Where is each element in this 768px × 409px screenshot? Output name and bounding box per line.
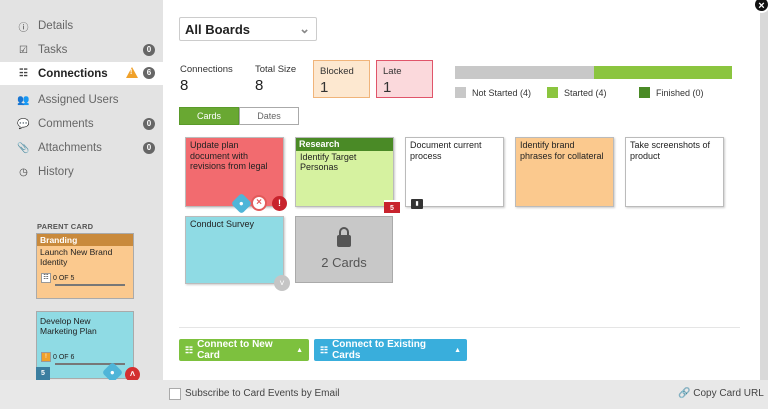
- sidebar-item-label: History: [38, 166, 74, 178]
- status-progress-bar: [455, 66, 732, 79]
- connected-card[interactable]: Identify brand phrases for collateral: [515, 137, 614, 207]
- count-badge: 0: [143, 142, 155, 154]
- connect-existing-cards-button[interactable]: ☷ Connect to Existing Cards ▲: [314, 339, 467, 361]
- book-icon: ▮: [411, 199, 423, 209]
- child-progress: ! 0 OF 6: [41, 352, 74, 362]
- warning-icon: !: [126, 67, 138, 78]
- checkbox-icon: ☑: [19, 44, 28, 56]
- legend-swatch: [639, 87, 650, 98]
- sidebar-item-label: Details: [38, 20, 74, 32]
- more-cards-stack[interactable]: 2 Cards: [295, 216, 393, 283]
- connected-card[interactable]: Update plan document with revisions from…: [185, 137, 287, 215]
- connections-panel: All Boards ⌄ Connections 8 Total Size 8 …: [163, 0, 760, 380]
- chevron-down-icon: ⌄: [299, 21, 310, 36]
- hierarchy-icon: ☷: [41, 273, 51, 283]
- sidebar-item-tasks[interactable]: ☑ Tasks 0: [0, 39, 163, 61]
- tab-dates[interactable]: Dates: [239, 107, 299, 125]
- hierarchy-icon: ☷: [320, 344, 329, 355]
- sidebar: ⓘ Details ☑ Tasks 0 ☷ Connections ! 6 👥 …: [0, 0, 163, 409]
- stat-connections: Connections 8: [180, 64, 233, 94]
- legend-started: Started (4): [547, 87, 607, 98]
- size-badge: 5: [36, 367, 50, 380]
- clock-icon: ◷: [19, 166, 28, 178]
- users-icon: 👥: [17, 94, 30, 106]
- legend-finished: Finished (0): [639, 87, 704, 98]
- sidebar-item-label: Comments: [38, 118, 94, 130]
- sidebar-item-label: Attachments: [38, 142, 102, 154]
- caret-up-icon: ▲: [454, 346, 461, 354]
- child-progress: ☷ 0 OF 5: [41, 273, 74, 283]
- paperclip-icon: 📎: [17, 142, 30, 154]
- copy-card-url-link[interactable]: 🔗 Copy Card URL: [678, 388, 764, 399]
- parent-card[interactable]: Develop New Marketing Plan ! 0 OF 6 5 ● …: [36, 311, 140, 384]
- sidebar-item-label: Connections: [38, 67, 108, 80]
- alert-icon: !: [272, 196, 287, 211]
- divider: [179, 327, 740, 328]
- parent-card[interactable]: Branding Launch New Brand Identity ☷ 0 O…: [36, 233, 134, 299]
- started-segment: [593, 66, 732, 79]
- link-icon: 🔗: [678, 388, 691, 399]
- count-badge: 6: [143, 67, 155, 79]
- sidebar-item-comments[interactable]: 💬 Comments 0: [0, 113, 163, 135]
- sidebar-item-details[interactable]: ⓘ Details: [0, 15, 163, 37]
- stat-blocked[interactable]: Blocked 1: [313, 60, 370, 98]
- sidebar-item-attachments[interactable]: 📎 Attachments 0: [0, 137, 163, 159]
- not-started-segment: [455, 66, 594, 79]
- subscribe-label: Subscribe to Card Events by Email: [185, 388, 340, 399]
- tab-cards[interactable]: Cards: [179, 107, 239, 125]
- count-badge: 0: [143, 118, 155, 130]
- view-tabs: Cards Dates: [179, 107, 299, 125]
- lock-icon: [337, 227, 351, 247]
- tag-icon: ●: [230, 192, 253, 215]
- connected-card[interactable]: Document current process ▮: [405, 137, 504, 209]
- sidebar-item-assigned-users[interactable]: 👥 Assigned Users: [0, 89, 163, 111]
- legend-swatch: [455, 87, 466, 98]
- sidebar-item-connections[interactable]: ☷ Connections ! 6: [0, 62, 163, 85]
- hierarchy-icon: ☷: [19, 68, 28, 79]
- chevron-down-icon[interactable]: ˅: [274, 275, 290, 291]
- comment-icon: 💬: [17, 118, 30, 130]
- info-icon: ⓘ: [18, 22, 29, 34]
- progress-bar: [55, 284, 125, 286]
- count-badge: 0: [143, 44, 155, 56]
- connected-card[interactable]: Research Identify Target Personas 5: [295, 137, 400, 213]
- connected-card[interactable]: Conduct Survey ˅: [185, 216, 290, 291]
- sidebar-item-history[interactable]: ◷ History: [0, 161, 163, 183]
- legend-not-started: Not Started (4): [455, 87, 531, 98]
- connect-new-card-button[interactable]: ☷ Connect to New Card ▲: [179, 339, 309, 361]
- board-select[interactable]: All Boards ⌄: [179, 17, 317, 41]
- card-title: Launch New Brand Identity: [40, 247, 113, 267]
- lane-label: Research: [296, 138, 393, 151]
- blocked-icon: ×: [251, 195, 267, 211]
- sidebar-item-label: Assigned Users: [38, 94, 119, 106]
- card-title: Develop New Marketing Plan: [40, 316, 97, 336]
- footer: [0, 380, 768, 409]
- stat-total-size: Total Size 8: [255, 64, 297, 94]
- sidebar-item-label: Tasks: [38, 44, 68, 56]
- stat-late[interactable]: Late 1: [376, 60, 433, 98]
- subscribe-checkbox[interactable]: [169, 388, 181, 400]
- legend-swatch: [547, 87, 558, 98]
- hierarchy-icon: ☷: [185, 344, 194, 355]
- parent-card-label: PARENT CARD: [37, 222, 94, 231]
- connected-card[interactable]: Take screenshots of product: [625, 137, 724, 207]
- size-badge: 5: [384, 200, 400, 213]
- close-icon[interactable]: ×: [753, 0, 768, 13]
- warning-icon: !: [41, 352, 51, 362]
- caret-up-icon: ▲: [296, 346, 303, 354]
- lane-label: Branding: [37, 234, 133, 246]
